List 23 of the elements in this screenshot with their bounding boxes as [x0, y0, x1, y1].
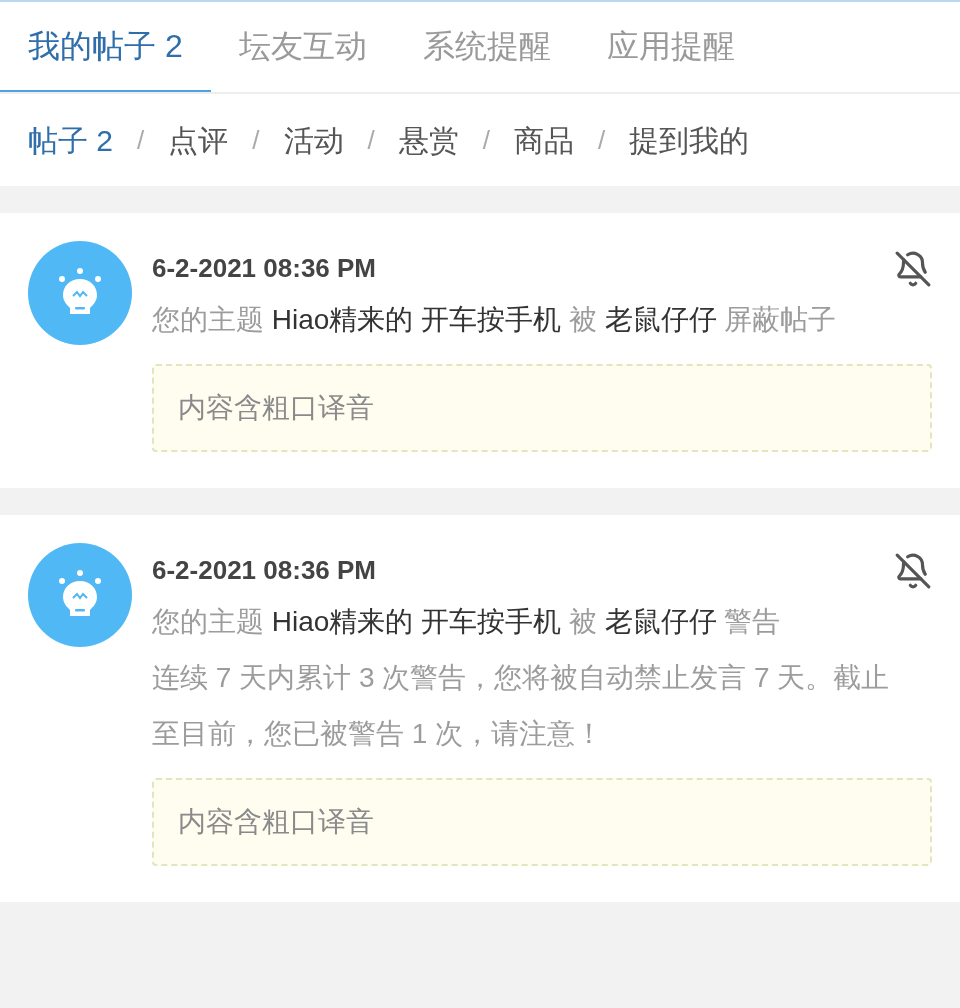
filter-tab[interactable]: 点评 — [168, 117, 229, 163]
bell-off-icon[interactable] — [894, 551, 932, 590]
filter-tab[interactable]: 悬赏 — [398, 117, 459, 163]
separator: / — [137, 123, 145, 157]
filter-tab[interactable]: 提到我的 — [629, 117, 750, 163]
notice-message: 您的主题 Hiao精来的 开车按手机 被 老鼠仔仔 警告 — [152, 605, 782, 639]
notice-detail: 连续 7 天内累计 3 次警告，您将被自动禁止发言 7 天。截止至目前，您已被警告 1 次，请注意！ — [152, 661, 891, 751]
lightbulb-icon — [28, 543, 132, 647]
reason-text: 内容含粗口译音 — [178, 391, 374, 425]
filter-tab[interactable]: 帖子 2 — [28, 117, 114, 163]
notice-message: 您的主题 Hiao精来的 开车按手机 被 老鼠仔仔 屏蔽帖子 — [152, 303, 838, 337]
filter-tab[interactable]: 活动 — [283, 117, 344, 163]
lightbulb-icon — [28, 241, 132, 345]
separator: / — [367, 123, 375, 157]
bell-off-icon[interactable] — [894, 249, 932, 288]
notice-time: 6-2-2021 08:36 PM — [152, 554, 377, 587]
tab[interactable]: 我的帖子 2 — [0, 2, 211, 92]
separator: / — [597, 123, 606, 157]
separator: / — [252, 123, 260, 157]
separator: / — [482, 123, 490, 157]
filter-tab[interactable]: 商品 — [513, 117, 574, 163]
notice-time: 6-2-2021 08:36 PM — [152, 252, 377, 285]
reason-text: 内容含粗口译音 — [178, 805, 374, 839]
